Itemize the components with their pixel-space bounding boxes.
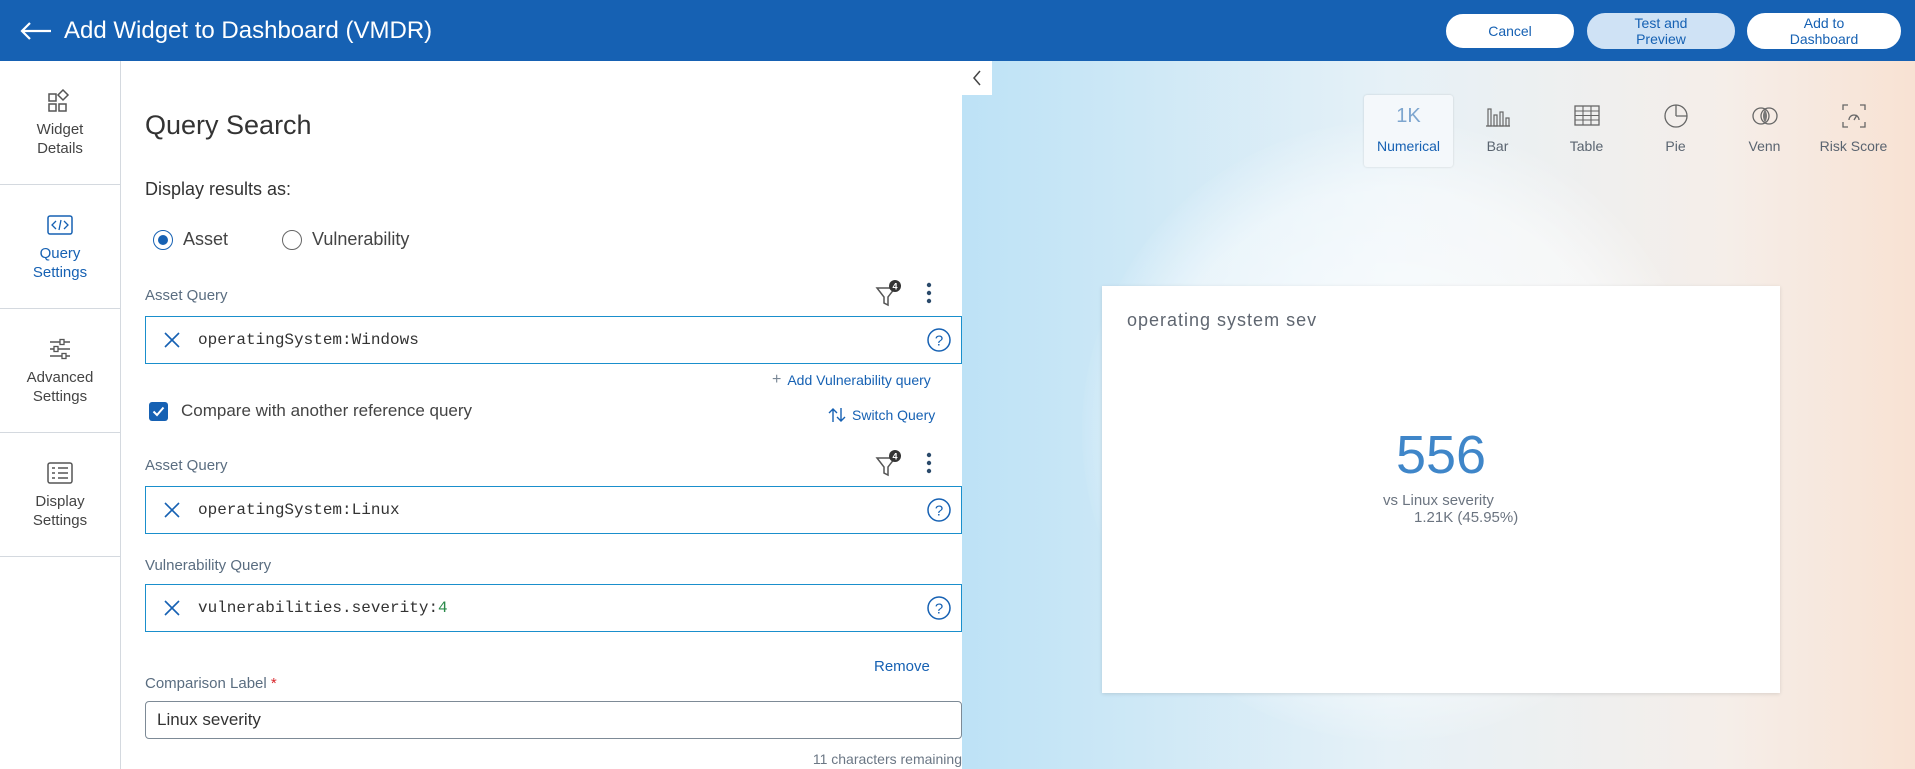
bar-chart-icon <box>1485 102 1511 130</box>
help-icon[interactable]: ? <box>917 585 961 631</box>
add-to-dashboard-button[interactable]: Add to Dashboard <box>1747 12 1901 49</box>
page-title: Query Search <box>145 110 312 140</box>
comparison-label-title: Comparison Label * <box>145 675 277 692</box>
svg-text:?: ? <box>935 503 943 520</box>
sliders-icon <box>48 336 72 362</box>
page-header-title: Add Widget to Dashboard (VMDR) <box>64 16 433 44</box>
widget-compare-text: vs Linux severity <box>1383 492 1494 509</box>
widget-type-numerical[interactable]: 1K Numerical <box>1364 95 1453 167</box>
sidebar-item-label: Query Settings <box>32 244 88 281</box>
query-value: 4 <box>438 599 448 617</box>
widget-title: operating system sev <box>1127 310 1318 330</box>
filter-count-badge: 4 <box>892 282 897 292</box>
query-text[interactable]: operatingSystem:Windows <box>198 331 917 349</box>
comparison-label-text: Comparison Label <box>145 675 267 692</box>
switch-query-link[interactable]: Switch Query <box>828 406 935 424</box>
query-text[interactable]: vulnerabilities.severity:4 <box>198 599 917 617</box>
more-options-icon[interactable] <box>922 448 936 478</box>
code-icon <box>47 212 73 238</box>
asset-query-2-label: Asset Query <box>145 457 228 474</box>
widget-type-venn[interactable]: Venn <box>1720 95 1809 167</box>
widget-preview-card: operating system sev 556 vs Linux severi… <box>1102 286 1780 693</box>
radio-asset-label: Asset <box>183 229 229 249</box>
radio-asset[interactable]: Asset <box>153 229 228 250</box>
sidebar-item-label: Advanced Settings <box>26 368 94 405</box>
widget-type-label: Table <box>1569 138 1604 154</box>
query-settings-form: Query Search Display results as: Asset V… <box>121 61 962 769</box>
svg-text:?: ? <box>935 333 943 350</box>
compare-checkbox-row[interactable]: Compare with another reference query <box>149 401 472 421</box>
asset-query-input[interactable]: operatingSystem:Windows ? <box>145 316 962 364</box>
vulnerability-query-input[interactable]: vulnerabilities.severity:4 ? <box>145 584 962 632</box>
widget-type-risk-score[interactable]: Risk Score <box>1809 95 1898 167</box>
sidebar-item-label: Display Settings <box>32 492 88 529</box>
widget-type-label: Venn <box>1748 138 1781 154</box>
help-icon[interactable]: ? <box>917 487 961 533</box>
widget-preview-panel: 1K Numerical Bar Table Pie Venn Risk Sco… <box>962 61 1915 769</box>
test-and-preview-button[interactable]: Test and Preview <box>1587 12 1735 49</box>
characters-remaining: 11 characters remaining <box>812 751 962 767</box>
widget-type-pie[interactable]: Pie <box>1631 95 1720 167</box>
filter-icon[interactable]: 4 <box>875 448 903 478</box>
chevron-left-icon <box>973 70 981 86</box>
widget-value: 556 <box>1395 425 1487 485</box>
radio-vulnerability-label: Vulnerability <box>312 229 410 249</box>
sidebar-item-label: Widget Details <box>36 120 84 157</box>
checkbox-checked[interactable] <box>149 401 168 421</box>
widget-type-table[interactable]: Table <box>1542 95 1631 167</box>
radio-button-unchecked[interactable] <box>282 229 302 250</box>
switch-query-label: Switch Query <box>852 407 936 423</box>
collapse-panel-button[interactable] <box>962 61 992 95</box>
widget-type-label: Numerical <box>1376 138 1440 154</box>
clear-query-icon[interactable] <box>146 487 198 533</box>
radio-vulnerability[interactable]: Vulnerability <box>282 229 409 250</box>
sidebar-item-display-settings[interactable]: Display Settings <box>0 433 120 557</box>
widget-details-icon <box>47 88 73 114</box>
widget-type-selector: 1K Numerical Bar Table Pie Venn Risk Sco… <box>1364 95 1898 167</box>
remove-link[interactable]: Remove <box>874 658 930 675</box>
table-icon <box>1573 102 1600 130</box>
compare-label: Compare with another reference query <box>181 401 473 420</box>
widget-type-label: Bar <box>1486 138 1509 154</box>
back-arrow-icon[interactable] <box>12 11 60 51</box>
svg-text:?: ? <box>935 601 943 618</box>
cancel-button[interactable]: Cancel <box>1445 12 1575 49</box>
asset-query-label: Asset Query <box>145 287 228 304</box>
sidebar-item-widget-details[interactable]: Widget Details <box>0 61 120 185</box>
pie-chart-icon <box>1663 102 1689 130</box>
more-options-icon[interactable] <box>922 278 936 308</box>
filter-count-badge: 4 <box>892 452 897 462</box>
numerical-icon: 1K <box>1396 102 1420 130</box>
required-mark: * <box>270 675 277 692</box>
sidebar-item-advanced-settings[interactable]: Advanced Settings <box>0 309 120 433</box>
widget-type-label: Pie <box>1665 138 1686 154</box>
clear-query-icon[interactable] <box>146 317 198 363</box>
query-key: vulnerabilities.severity: <box>198 599 439 617</box>
clear-query-icon[interactable] <box>146 585 198 631</box>
header-actions: Cancel Test and Preview Add to Dashboard <box>1445 12 1915 49</box>
swap-arrows-icon <box>828 406 846 424</box>
comparison-label-input[interactable] <box>145 701 962 739</box>
header-bar: Add Widget to Dashboard (VMDR) Cancel Te… <box>0 0 1915 61</box>
settings-sidebar: Widget Details Query Settings Advanced S… <box>0 61 121 769</box>
venn-icon <box>1751 102 1779 130</box>
add-vulnerability-query-link[interactable]: + Add Vulnerability query <box>772 371 931 389</box>
numerical-glyph: 1K <box>1396 104 1421 127</box>
filter-icon[interactable]: 4 <box>875 278 903 308</box>
display-results-label: Display results as: <box>145 179 292 199</box>
widget-compare-value: 1.21K (45.95%) <box>1414 509 1519 526</box>
radio-button-checked[interactable] <box>153 229 173 250</box>
display-list-icon <box>47 460 73 486</box>
plus-icon: + <box>772 371 782 388</box>
add-vulnerability-query-label: Add Vulnerability query <box>787 372 931 388</box>
risk-score-icon <box>1841 102 1866 130</box>
asset-query-2-input[interactable]: operatingSystem:Linux ? <box>145 486 962 534</box>
vulnerability-query-label: Vulnerability Query <box>145 557 272 574</box>
query-text[interactable]: operatingSystem:Linux <box>198 501 917 519</box>
widget-type-label: Risk Score <box>1819 138 1888 154</box>
widget-type-bar[interactable]: Bar <box>1453 95 1542 167</box>
help-icon[interactable]: ? <box>917 317 961 363</box>
sidebar-item-query-settings[interactable]: Query Settings <box>0 185 120 309</box>
